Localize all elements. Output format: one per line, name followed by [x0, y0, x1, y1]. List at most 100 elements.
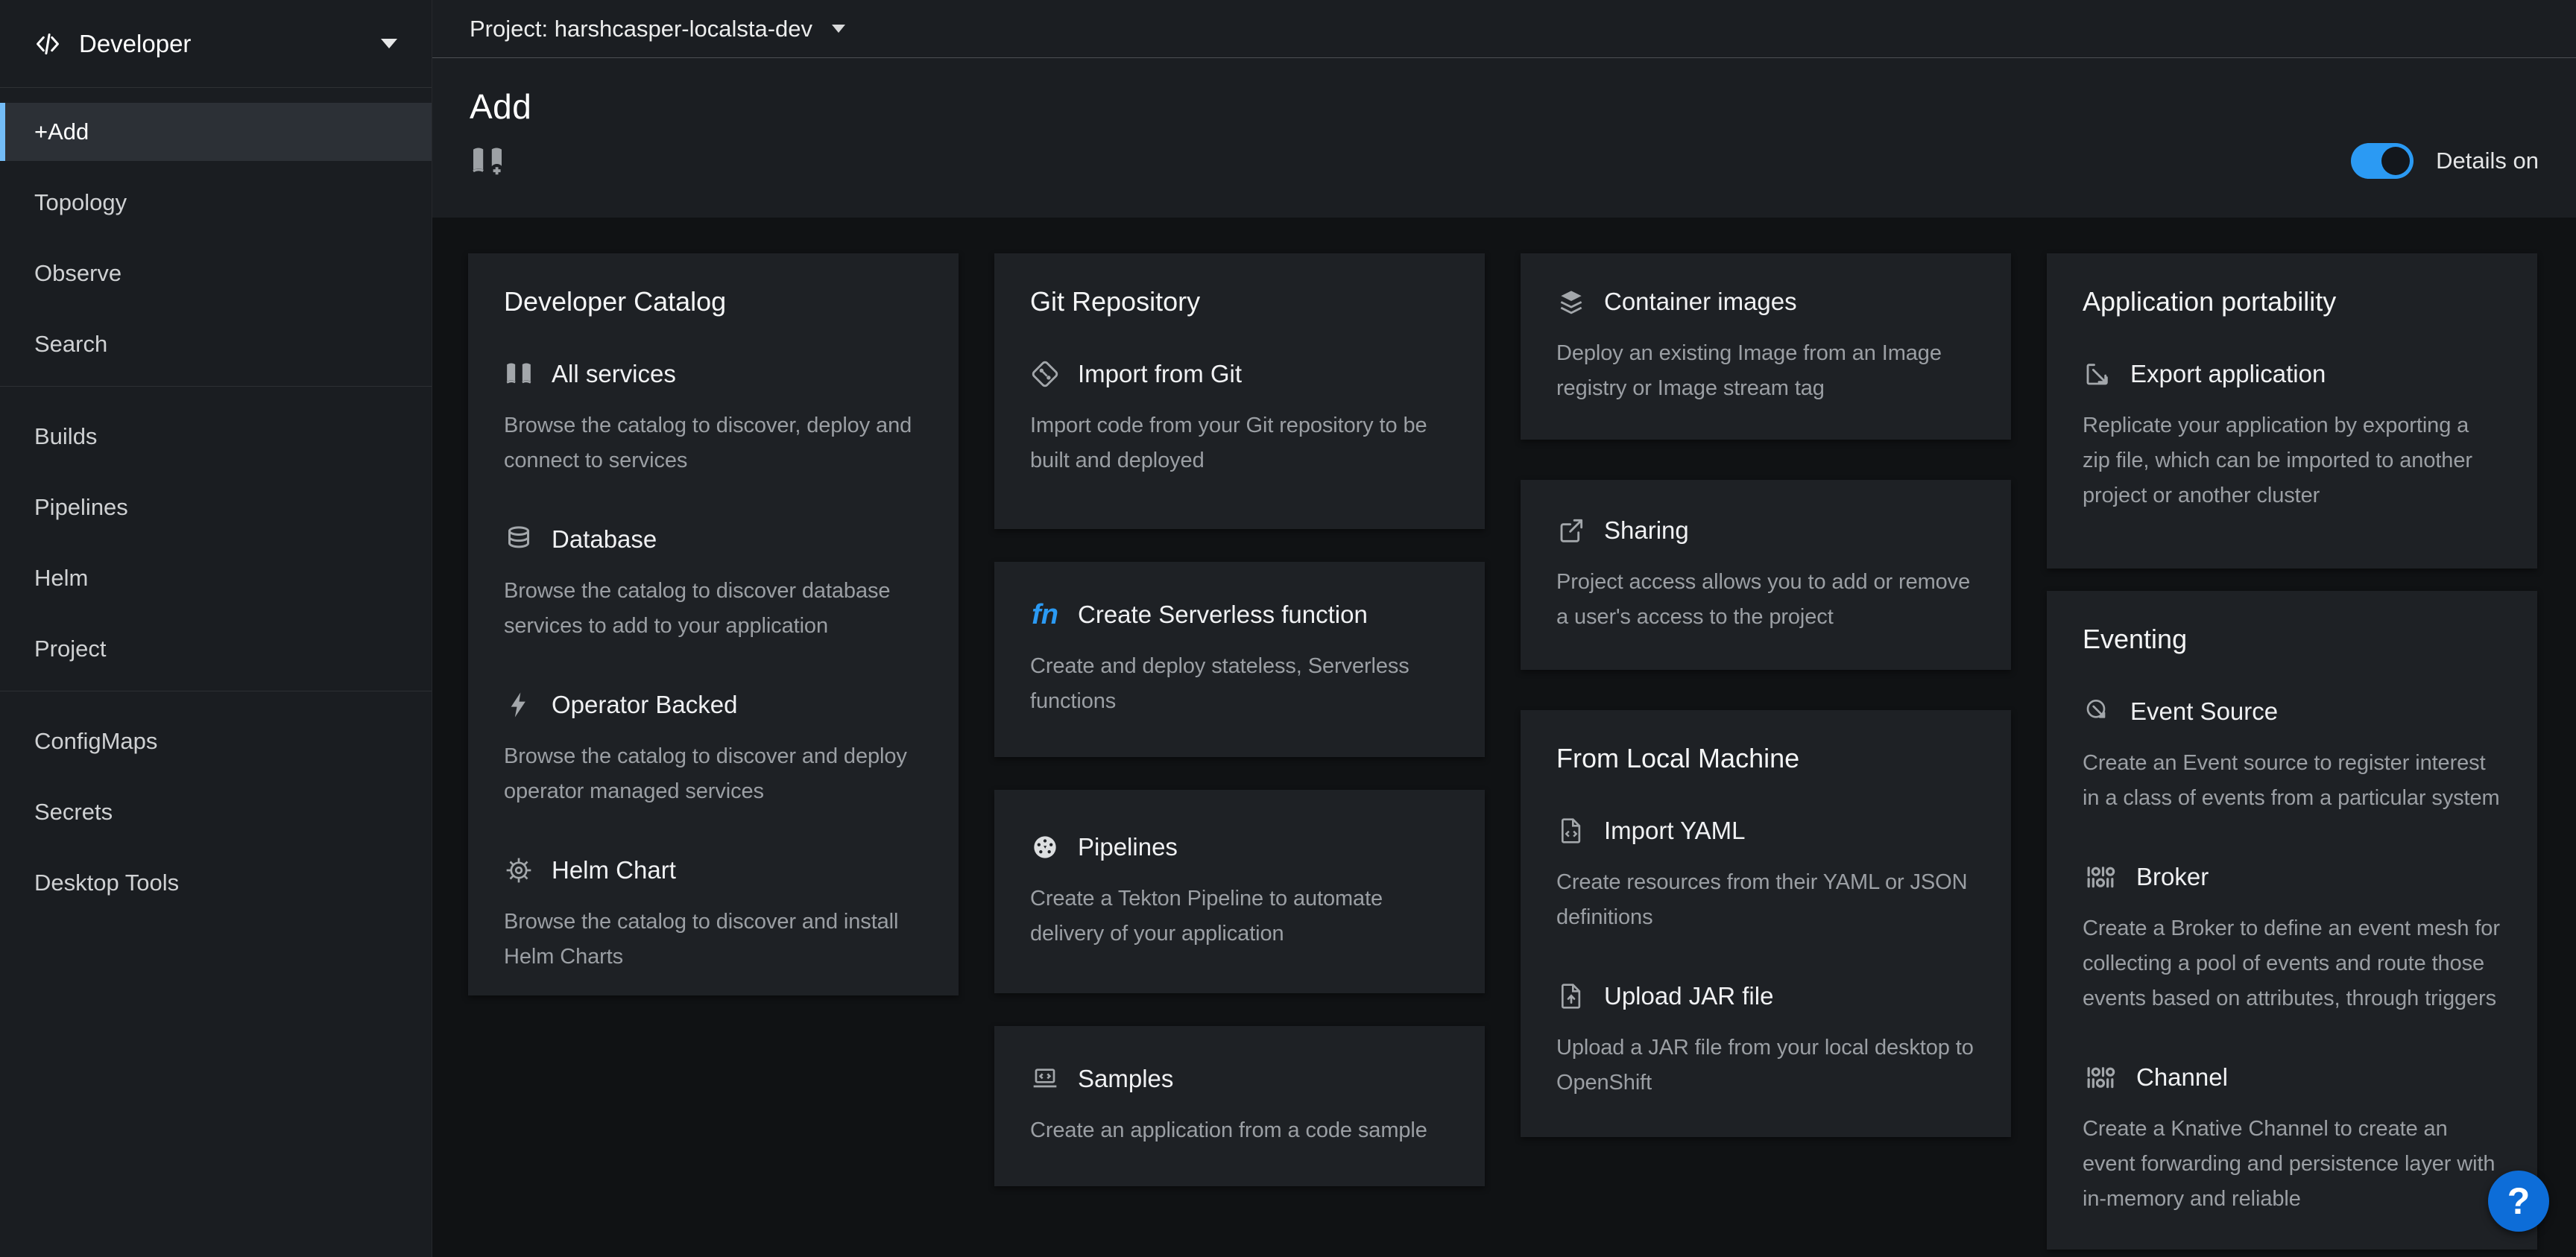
item-label[interactable]: Database [552, 525, 657, 554]
sidebar-item-builds[interactable]: Builds [0, 408, 432, 466]
card-eventing[interactable]: Eventing Event Source Create an Event so… [2047, 591, 2537, 1250]
item-description: Project access allows you to add or remo… [1556, 565, 1975, 635]
sidebar-item-topology[interactable]: Topology [0, 174, 432, 232]
add-flow-broker[interactable]: Broker Create a Broker to define an even… [2083, 862, 2501, 1016]
share-icon [1556, 516, 1586, 545]
samples-laptop-code-icon [1030, 1064, 1060, 1094]
item-label[interactable]: Event Source [2130, 697, 2278, 726]
sidebar-item-project[interactable]: Project [0, 620, 432, 678]
item-label[interactable]: Upload JAR file [1604, 982, 1773, 1010]
card-title: Application portability [2083, 286, 2501, 317]
item-description: Deploy an existing Image from an Image r… [1556, 336, 1975, 406]
card-pipelines[interactable]: Pipelines Create a Tekton Pipeline to au… [994, 790, 1485, 993]
item-label[interactable]: Import YAML [1604, 817, 1746, 845]
add-page-content: Developer Catalog All services Browse th… [432, 218, 2576, 1257]
project-selector[interactable]: Project: harshcasper-localsta-dev [470, 16, 845, 42]
item-label[interactable]: Broker [2136, 863, 2209, 891]
project-bar: Project: harshcasper-localsta-dev [432, 0, 2576, 58]
helm-icon [504, 855, 534, 885]
main-area: Project: harshcasper-localsta-dev Add De… [432, 0, 2576, 1257]
chevron-down-icon [381, 39, 397, 48]
help-button[interactable]: ? [2488, 1171, 2549, 1232]
grid-column-4: Application portability Export applicati… [2047, 253, 2537, 1250]
card-title: Git Repository [1030, 286, 1449, 317]
item-label[interactable]: All services [552, 360, 676, 388]
channel-binary-icon [2083, 1063, 2118, 1092]
item-description: Create and deploy stateless, Serverless … [1030, 649, 1449, 719]
sidebar-item-observe[interactable]: Observe [0, 244, 432, 303]
item-label[interactable]: Samples [1078, 1065, 1173, 1093]
card-sharing[interactable]: Sharing Project access allows you to add… [1521, 480, 2011, 670]
sidebar-menu: +Add Topology Observe Search Builds Pipe… [0, 88, 432, 912]
sidebar-item-desktop-tools[interactable]: Desktop Tools [0, 854, 432, 912]
add-cards-grid: Developer Catalog All services Browse th… [468, 253, 2537, 1250]
add-flow-all-services[interactable]: All services Browse the catalog to disco… [504, 359, 923, 478]
item-label[interactable]: Channel [2136, 1063, 2228, 1092]
item-label[interactable]: Create Serverless function [1078, 601, 1368, 629]
item-label[interactable]: Container images [1604, 288, 1797, 316]
item-label[interactable]: Operator Backed [552, 691, 737, 719]
serverless-fn-icon: fn [1030, 600, 1060, 630]
item-description: Replicate your application by exporting … [2083, 408, 2501, 513]
database-icon [504, 525, 534, 554]
chevron-down-icon [832, 25, 845, 33]
card-from-local-machine[interactable]: From Local Machine Import YAML Create re… [1521, 710, 2011, 1137]
add-flow-export-application[interactable]: Export application Replicate your applic… [2083, 359, 2501, 513]
sidebar-item-pipelines[interactable]: Pipelines [0, 478, 432, 536]
git-icon [1030, 359, 1060, 389]
grid-column-2: Git Repository Import from Git Import co… [994, 253, 1485, 1186]
developer-code-icon [34, 31, 61, 57]
add-flow-samples[interactable]: Samples Create an application from a cod… [1030, 1064, 1449, 1148]
file-upload-icon [1556, 981, 1586, 1011]
sidebar-divider [0, 386, 432, 387]
item-label[interactable]: Import from Git [1078, 360, 1242, 388]
event-source-icon [2083, 697, 2112, 726]
card-container-images[interactable]: Container images Deploy an existing Imag… [1521, 253, 2011, 440]
item-description: Import code from your Git repository to … [1030, 408, 1449, 478]
add-flow-container-images[interactable]: Container images Deploy an existing Imag… [1556, 287, 1975, 406]
sidebar-item-add[interactable]: +Add [0, 103, 432, 161]
guided-tour-book-plus-icon[interactable] [470, 143, 505, 179]
sidebar-item-secrets[interactable]: Secrets [0, 783, 432, 841]
add-flow-pipelines[interactable]: Pipelines Create a Tekton Pipeline to au… [1030, 832, 1449, 952]
item-label[interactable]: Sharing [1604, 516, 1689, 545]
sidebar-item-search[interactable]: Search [0, 315, 432, 373]
card-application-portability[interactable]: Application portability Export applicati… [2047, 253, 2537, 569]
perspective-switcher[interactable]: Developer [0, 0, 432, 88]
add-flow-event-source[interactable]: Event Source Create an Event source to r… [2083, 697, 2501, 816]
item-description: Create an application from a code sample [1030, 1113, 1449, 1148]
sidebar-item-helm[interactable]: Helm [0, 549, 432, 607]
item-label[interactable]: Pipelines [1078, 833, 1178, 861]
grid-column-3: Container images Deploy an existing Imag… [1521, 253, 2011, 1137]
container-images-layers-icon [1556, 287, 1586, 317]
item-label[interactable]: Helm Chart [552, 856, 676, 884]
sidebar-item-configmaps[interactable]: ConfigMaps [0, 712, 432, 770]
add-flow-create-serverless-function[interactable]: fn Create Serverless function Create and… [1030, 600, 1449, 719]
add-flow-upload-jar-file[interactable]: Upload JAR file Upload a JAR file from y… [1556, 981, 1975, 1101]
add-flow-sharing[interactable]: Sharing Project access allows you to add… [1556, 516, 1975, 635]
add-flow-database[interactable]: Database Browse the catalog to discover … [504, 525, 923, 644]
card-samples[interactable]: Samples Create an application from a cod… [994, 1026, 1485, 1186]
card-title: Developer Catalog [504, 286, 923, 317]
bolt-icon [504, 690, 534, 720]
add-flow-channel[interactable]: Channel Create a Knative Channel to crea… [2083, 1063, 2501, 1217]
details-toggle[interactable] [2351, 143, 2414, 179]
add-flow-helm-chart[interactable]: Helm Chart Browse the catalog to discove… [504, 855, 923, 975]
add-flow-import-yaml[interactable]: Import YAML Create resources from their … [1556, 816, 1975, 935]
page-header: Add Details on [432, 58, 2576, 218]
item-description: Browse the catalog to discover and deplo… [504, 739, 923, 809]
add-flow-import-from-git[interactable]: Import from Git Import code from your Gi… [1030, 359, 1449, 478]
details-toggle-label: Details on [2436, 148, 2539, 174]
card-developer-catalog[interactable]: Developer Catalog All services Browse th… [468, 253, 959, 995]
broker-binary-icon [2083, 862, 2118, 892]
item-label[interactable]: Export application [2130, 360, 2326, 388]
item-description: Browse the catalog to discover database … [504, 574, 923, 644]
add-flow-operator-backed[interactable]: Operator Backed Browse the catalog to di… [504, 690, 923, 809]
perspective-label: Developer [79, 30, 191, 58]
export-icon [2083, 359, 2112, 389]
card-git-repository[interactable]: Git Repository Import from Git Import co… [994, 253, 1485, 529]
card-title: Eventing [2083, 624, 2501, 655]
card-title: From Local Machine [1556, 743, 1975, 774]
grid-column-1: Developer Catalog All services Browse th… [468, 253, 959, 995]
card-serverless-function[interactable]: fn Create Serverless function Create and… [994, 562, 1485, 757]
